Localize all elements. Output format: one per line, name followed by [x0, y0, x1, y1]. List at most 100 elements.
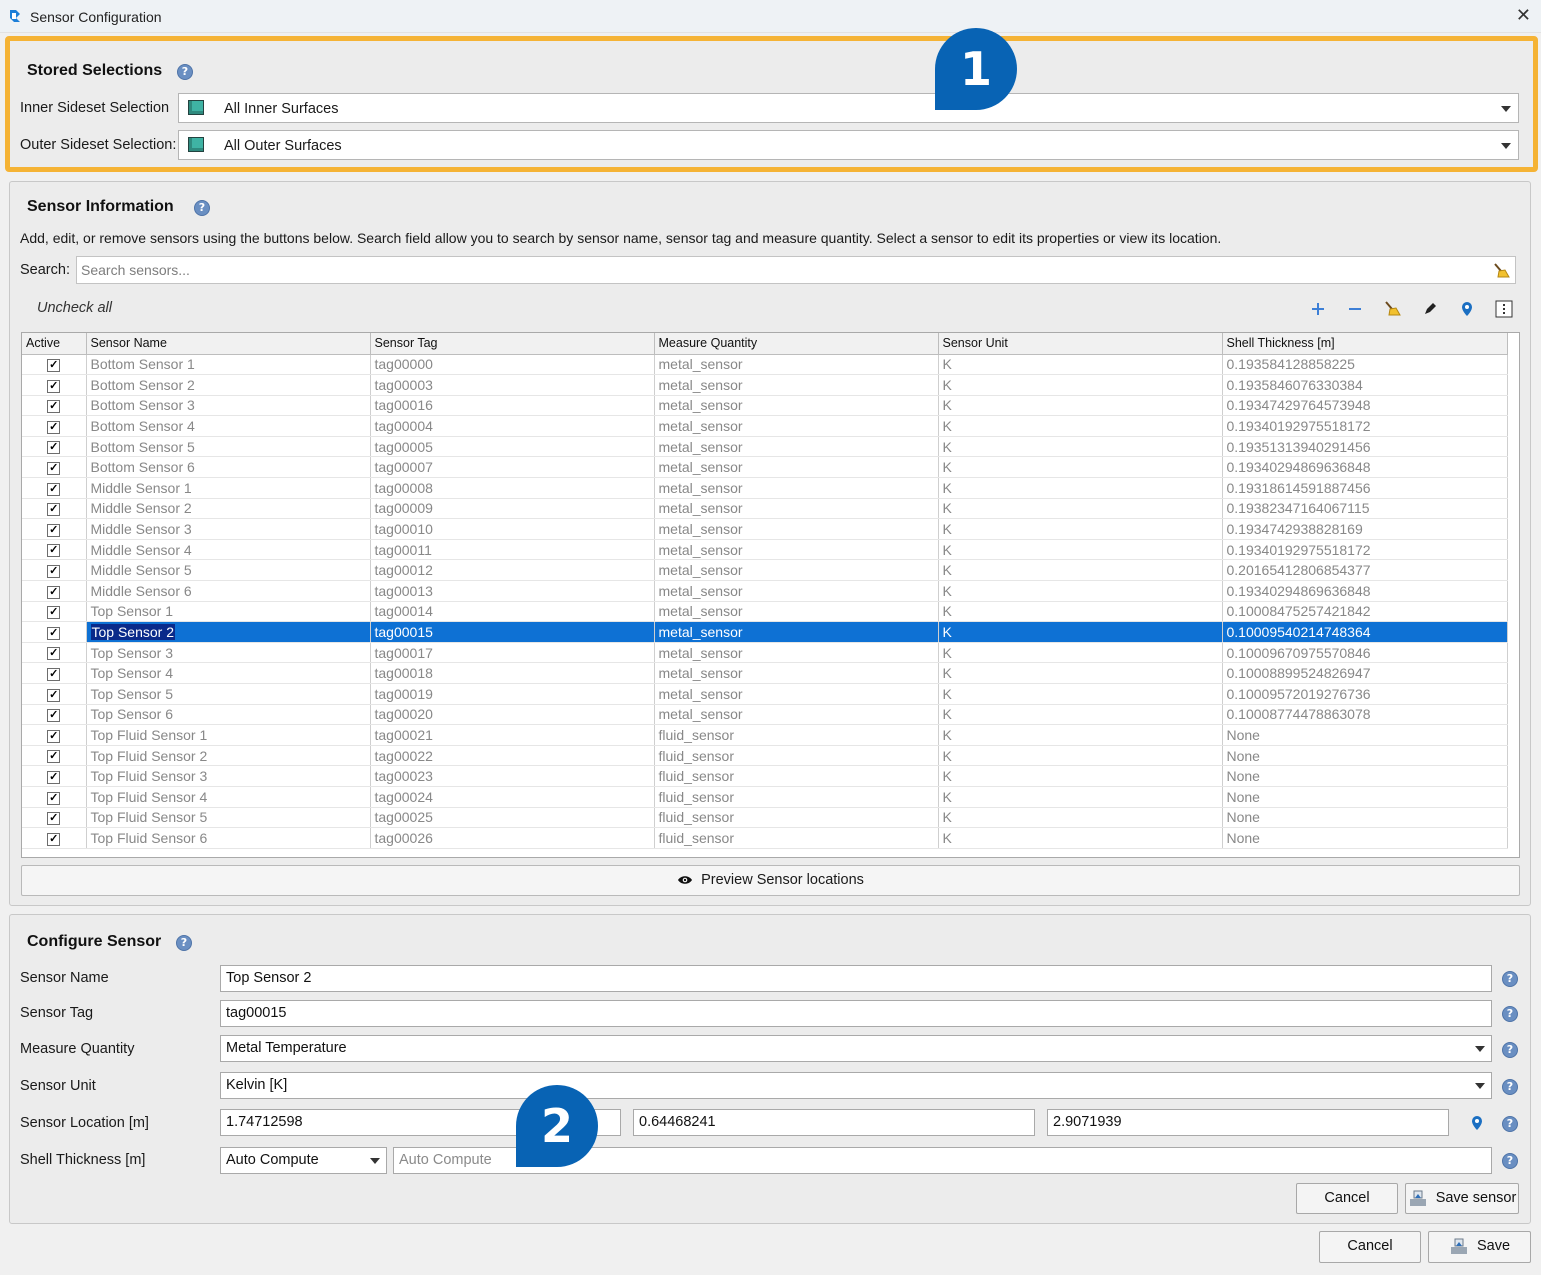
measure-quantity-cell: metal_sensor	[654, 354, 939, 376]
table-row[interactable]: ✓ Middle Sensor 2 tag00009 metal_sensor K 0.1…	[22, 498, 1508, 520]
table-row[interactable]: ✓ Middle Sensor 4 tag00011 metal_sensor K 0.1…	[22, 539, 1508, 561]
help-icon[interactable]: ?	[1502, 1116, 1518, 1132]
active-checkbox[interactable]: ✓	[47, 462, 61, 476]
active-checkbox[interactable]: ✓	[47, 359, 61, 373]
table-row[interactable]: ✓ Middle Sensor 1 tag00008 metal_sensor K 0.1…	[22, 477, 1508, 499]
column-header-sensor-tag[interactable]: Sensor Tag	[370, 333, 655, 355]
table-row[interactable]: ✓ Bottom Sensor 6 tag00007 metal_sensor K 0.1…	[22, 456, 1508, 479]
shell-thickness-cell: 0.10008475257421842	[1222, 601, 1508, 623]
measure-quantity-cell: metal_sensor	[654, 374, 939, 396]
table-row[interactable]: ✓ Top Fluid Sensor 6 tag00026 fluid_sensor K…	[22, 827, 1508, 849]
location-pin-icon[interactable]	[1469, 1115, 1485, 1131]
active-checkbox[interactable]: ✓	[47, 523, 61, 537]
table-row[interactable]: ✓ Middle Sensor 5 tag00012 metal_sensor K 0.2…	[22, 559, 1508, 582]
table-row[interactable]: ✓ Bottom Sensor 1 tag00000 metal_sensor K 0.1…	[22, 354, 1508, 376]
active-checkbox[interactable]: ✓	[47, 812, 61, 826]
table-row[interactable]: ✓ Top Sensor 5 tag00019 metal_sensor K 0.1000…	[22, 683, 1508, 705]
table-row[interactable]: ✓ Top Sensor 1 tag00014 metal_sensor K 0.1000…	[22, 601, 1508, 623]
active-checkbox[interactable]: ✓	[47, 606, 61, 620]
active-checkbox[interactable]: ✓	[47, 626, 61, 640]
minus-icon[interactable]	[1345, 299, 1365, 319]
help-icon[interactable]: ?	[1502, 971, 1518, 987]
measure-quantity-select[interactable]: Metal Temperature	[220, 1035, 1492, 1062]
sensor-location-z-field[interactable]: 2.9071939	[1047, 1109, 1449, 1136]
broom-icon[interactable]	[1492, 262, 1510, 280]
table-row[interactable]: ✓ Middle Sensor 3 tag00010 metal_sensor K 0.1…	[22, 518, 1508, 540]
sensor-tag-cell: tag00005	[370, 436, 655, 458]
plus-icon[interactable]	[1308, 299, 1328, 319]
sensor-unit-select[interactable]: Kelvin [K]	[220, 1072, 1492, 1099]
active-checkbox[interactable]: ✓	[47, 750, 61, 764]
table-row[interactable]: ✓ Bottom Sensor 2 tag00003 metal_sensor K 0.1…	[22, 374, 1508, 396]
active-cell: ✓	[22, 745, 87, 767]
pencil-icon[interactable]	[1420, 299, 1440, 319]
table-row[interactable]: ✓ Top Fluid Sensor 2 tag00022 fluid_sensor K…	[22, 745, 1508, 767]
active-checkbox[interactable]: ✓	[47, 647, 61, 661]
help-icon[interactable]: ?	[1502, 1079, 1518, 1095]
search-label: Search:	[20, 262, 70, 278]
active-checkbox[interactable]: ✓	[47, 709, 61, 723]
sensor-name-field[interactable]: Top Sensor 2	[220, 965, 1492, 992]
active-checkbox[interactable]: ✓	[47, 544, 61, 558]
sensor-location-label: Sensor Location [m]	[20, 1115, 149, 1131]
save-sensor-button[interactable]: Save sensor	[1405, 1183, 1519, 1214]
column-header-active[interactable]: Active	[22, 333, 87, 355]
table-row[interactable]: ✓ Bottom Sensor 4 tag00004 metal_sensor K 0.1…	[22, 415, 1508, 437]
location-pin-icon[interactable]	[1457, 299, 1477, 319]
active-checkbox[interactable]: ✓	[47, 482, 61, 496]
inner-sideset-select[interactable]: All Inner Surfaces	[178, 93, 1519, 123]
table-header: Active Sensor Name Sensor Tag Measure Qu…	[22, 333, 1508, 355]
active-checkbox[interactable]: ✓	[47, 832, 61, 846]
active-checkbox[interactable]: ✓	[47, 420, 61, 434]
column-header-shell-thickness[interactable]: Shell Thickness [m]	[1222, 333, 1508, 355]
table-row[interactable]: ✓ Top Fluid Sensor 4 tag00024 fluid_sensor K…	[22, 786, 1508, 808]
search-input[interactable]	[76, 256, 1516, 284]
table-row[interactable]: ✓ Bottom Sensor 5 tag00005 metal_sensor K 0.1…	[22, 436, 1508, 458]
column-header-sensor-unit[interactable]: Sensor Unit	[938, 333, 1223, 355]
active-checkbox[interactable]: ✓	[47, 379, 61, 393]
measure-quantity-cell: metal_sensor	[654, 415, 939, 437]
table-row[interactable]: ✓ Top Fluid Sensor 5 tag00025 fluid_sensor K…	[22, 807, 1508, 829]
column-header-measure-quantity[interactable]: Measure Quantity	[654, 333, 939, 355]
active-checkbox[interactable]: ✓	[47, 503, 61, 517]
active-checkbox[interactable]: ✓	[47, 668, 61, 681]
help-icon[interactable]: ?	[176, 935, 192, 951]
active-cell: ✓	[22, 518, 87, 540]
table-row[interactable]: ✓ Bottom Sensor 3 tag00016 metal_sensor K 0.1…	[22, 395, 1508, 417]
active-checkbox[interactable]: ✓	[47, 441, 61, 455]
active-checkbox[interactable]: ✓	[47, 565, 61, 579]
table-row[interactable]: ✓ Top Fluid Sensor 3 tag00023 fluid_sensor K…	[22, 765, 1508, 787]
outer-sideset-select[interactable]: All Outer Surfaces	[178, 130, 1519, 160]
active-checkbox[interactable]: ✓	[47, 585, 61, 599]
save-button[interactable]: Save	[1428, 1231, 1531, 1263]
broom-icon[interactable]	[1382, 299, 1402, 319]
close-icon[interactable]: ✕	[1516, 5, 1531, 26]
sensor-location-y-field[interactable]: 0.64468241	[633, 1109, 1035, 1136]
table-row[interactable]: ✓ Top Fluid Sensor 1 tag00021 fluid_sensor K…	[22, 724, 1508, 746]
active-checkbox[interactable]: ✓	[47, 791, 61, 805]
active-checkbox[interactable]: ✓	[47, 770, 61, 784]
columns-icon[interactable]	[1494, 299, 1514, 319]
shell-thickness-mode-select[interactable]: Auto Compute	[220, 1147, 387, 1174]
sensor-tag-field[interactable]: tag00015	[220, 1000, 1492, 1027]
active-checkbox[interactable]: ✓	[47, 400, 61, 414]
table-row[interactable]: ✓ Middle Sensor 6 tag00013 metal_sensor K 0.1…	[22, 580, 1508, 602]
help-icon[interactable]: ?	[194, 200, 210, 216]
table-row[interactable]: ✓ Top Sensor 2 tag00015 metal_sensor K 0.1000…	[22, 621, 1508, 643]
column-header-sensor-name[interactable]: Sensor Name	[86, 333, 371, 355]
uncheck-all-link[interactable]: Uncheck all	[37, 300, 112, 316]
table-row[interactable]: ✓ Top Sensor 3 tag00017 metal_sensor K 0.1000…	[22, 642, 1508, 664]
table-row[interactable]: ✓ Top Sensor 4 tag00018 metal_sensor K 0.1000…	[22, 662, 1508, 684]
table-row[interactable]: ✓ Top Sensor 6 tag00020 metal_sensor K 0.1000…	[22, 704, 1508, 726]
annotation-badge-2: 2	[516, 1085, 598, 1167]
cancel-button[interactable]: Cancel	[1319, 1231, 1421, 1263]
cancel-sensor-button[interactable]: Cancel	[1296, 1183, 1398, 1214]
help-icon[interactable]: ?	[1502, 1042, 1518, 1058]
active-checkbox[interactable]: ✓	[47, 729, 61, 743]
help-icon[interactable]: ?	[177, 64, 193, 80]
help-icon[interactable]: ?	[1502, 1153, 1518, 1169]
preview-sensor-locations-button[interactable]: Preview Sensor locations	[21, 865, 1520, 896]
sensor-name-cell: Bottom Sensor 3	[86, 395, 371, 417]
active-checkbox[interactable]: ✓	[47, 688, 61, 702]
help-icon[interactable]: ?	[1502, 1006, 1518, 1022]
